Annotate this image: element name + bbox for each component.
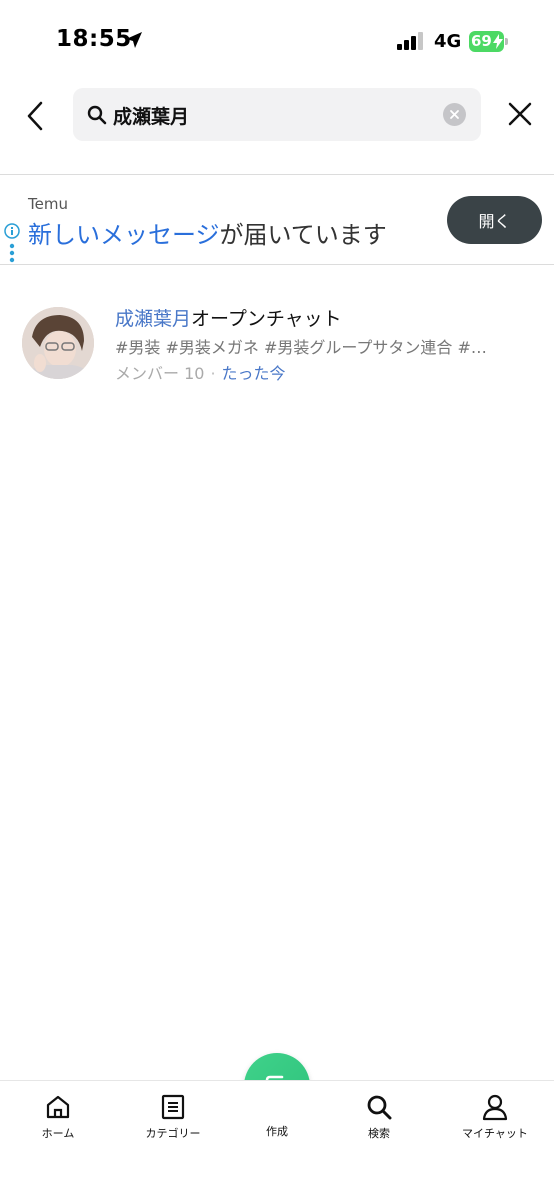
ad-message-highlight: 新しいメッセージ xyxy=(28,221,220,249)
battery-level: 69 xyxy=(471,32,492,50)
result-title-rest: オープンチャット xyxy=(191,308,342,330)
search-icon xyxy=(87,105,107,125)
result-meta: メンバー 10 · たった今 xyxy=(115,360,286,384)
back-button[interactable] xyxy=(20,96,50,136)
ad-open-button[interactable]: 開く xyxy=(447,196,542,244)
ad-info-icon[interactable] xyxy=(4,223,20,239)
ad-options-icon[interactable] xyxy=(9,243,15,263)
charging-bolt-icon xyxy=(493,34,503,49)
result-title-highlight: 成瀬葉月 xyxy=(115,308,192,330)
ad-brand: Temu xyxy=(28,195,68,213)
bottom-tab-bar: ホーム カテゴリー 検索 マイチャット xyxy=(0,1080,554,1200)
member-count: メンバー 10 xyxy=(115,364,205,383)
chevron-left-icon xyxy=(27,101,43,131)
create-label: 作成 xyxy=(266,1125,288,1138)
tab-search[interactable]: 検索 xyxy=(334,1093,424,1149)
search-bar[interactable] xyxy=(73,88,481,141)
status-time: 18:55 xyxy=(56,26,132,52)
avatar xyxy=(22,307,94,379)
battery-icon: 69 xyxy=(469,31,509,52)
tab-home[interactable]: ホーム xyxy=(13,1093,103,1149)
search-input[interactable] xyxy=(113,100,433,130)
tab-search-label: 検索 xyxy=(368,1127,390,1140)
ad-message: 新しいメッセージが届いています xyxy=(28,215,387,250)
cellular-signal-icon xyxy=(397,32,423,50)
category-list-icon xyxy=(161,1094,185,1120)
meta-separator: · xyxy=(210,364,216,383)
clear-search-button[interactable] xyxy=(443,103,466,126)
network-type: 4G xyxy=(434,31,462,52)
ad-banner[interactable]: Temu 新しいメッセージが届いています 開く xyxy=(0,174,554,265)
result-title: 成瀬葉月オープンチャット xyxy=(115,304,342,331)
status-bar: 18:55 4G 69 xyxy=(0,0,554,80)
tab-category[interactable]: カテゴリー xyxy=(128,1093,218,1149)
person-icon xyxy=(482,1094,508,1121)
search-result-item[interactable]: 成瀬葉月オープンチャット #男装 #男装メガネ #男装グループサタン連合 #… … xyxy=(0,290,554,390)
home-icon xyxy=(46,1095,70,1119)
tab-home-label: ホーム xyxy=(41,1127,75,1140)
clear-x-icon xyxy=(450,110,459,119)
close-button[interactable] xyxy=(504,98,536,130)
result-tags: #男装 #男装メガネ #男装グループサタン連合 #… xyxy=(115,338,487,357)
avatar-photo xyxy=(22,307,94,379)
ad-message-rest: が届いています xyxy=(219,221,387,249)
location-arrow-icon xyxy=(126,32,142,48)
updated-time: たった今 xyxy=(221,364,286,383)
tab-mychat-label: マイチャット xyxy=(462,1127,528,1140)
tab-category-label: カテゴリー xyxy=(145,1127,201,1140)
home-indicator xyxy=(205,1183,349,1188)
search-icon xyxy=(367,1095,392,1120)
close-icon xyxy=(508,102,532,126)
tab-mychat[interactable]: マイチャット xyxy=(450,1093,540,1149)
